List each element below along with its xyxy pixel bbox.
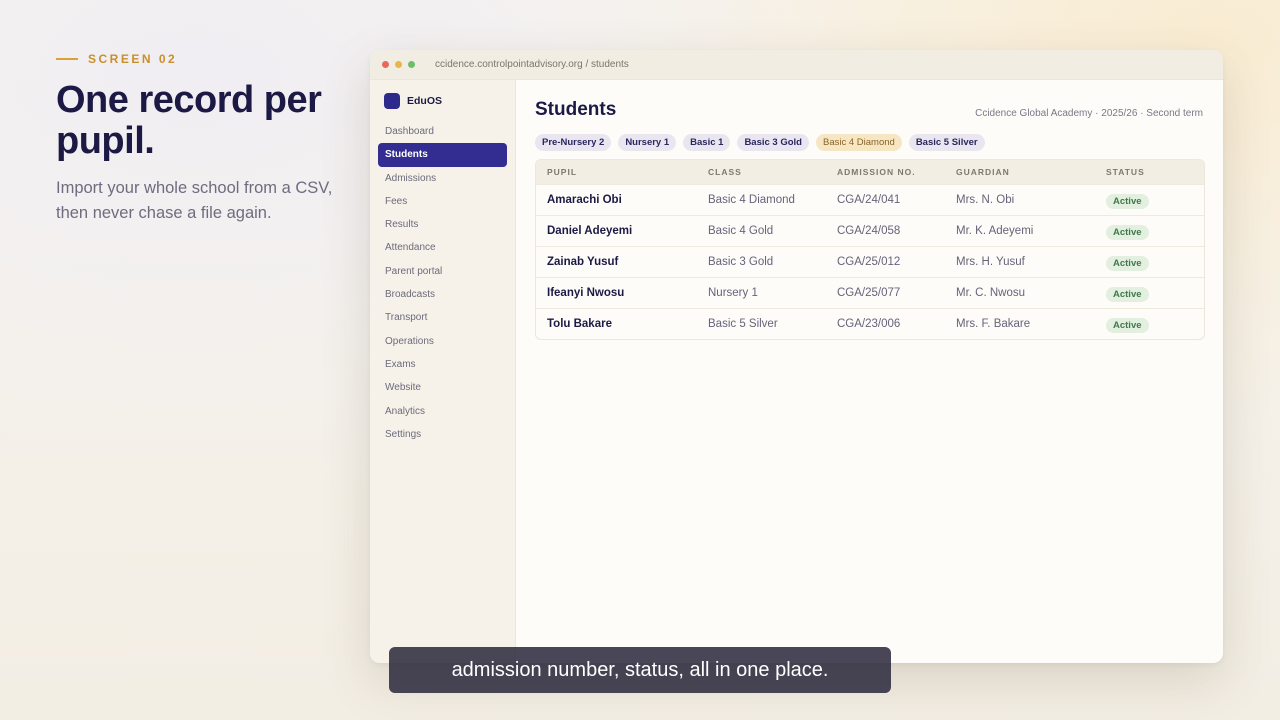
column-header-status[interactable]: STATUS — [1106, 167, 1196, 177]
brand[interactable]: EduOS — [384, 93, 515, 109]
sidebar-item-students[interactable]: Students — [378, 143, 507, 167]
hero-title: One record per pupil. — [56, 79, 322, 162]
address-bar[interactable]: ccidence.controlpointadvisory.org / stud… — [435, 59, 629, 70]
sidebar-item-broadcasts[interactable]: Broadcasts — [378, 283, 507, 306]
status-badge: Active — [1106, 287, 1149, 302]
sidebar-item-analytics[interactable]: Analytics — [378, 400, 507, 423]
sidebar-item-transport[interactable]: Transport — [378, 306, 507, 329]
guardian-name: Mr. K. Adeyemi — [956, 225, 1034, 237]
status-cell: Active — [1106, 222, 1196, 240]
pupil-name[interactable]: Tolu Bakare — [536, 318, 708, 330]
close-window-dot-icon[interactable] — [382, 61, 389, 68]
table-header: PUPIL CLASS ADMISSION NO. GUARDIAN STATU… — [536, 160, 1204, 184]
filter-chip-nursery-1[interactable]: Nursery 1 — [618, 134, 677, 151]
column-header-pupil[interactable]: PUPIL — [536, 167, 708, 177]
table-row[interactable]: Daniel Adeyemi Basic 4 Gold CGA/24/058 M… — [536, 215, 1204, 246]
main-content: Students Ccidence Global Academy · 2025/… — [516, 80, 1223, 663]
sidebar-item-exams[interactable]: Exams — [378, 353, 507, 376]
hero-subtitle: Import your whole school from a CSV, the… — [56, 179, 333, 222]
pupil-class: Nursery 1 — [708, 287, 758, 299]
sidebar-item-attendance[interactable]: Attendance — [378, 236, 507, 259]
sidebar-nav: Dashboard Students Admissions Fees Resul… — [370, 120, 515, 446]
sidebar-item-fees[interactable]: Fees — [378, 190, 507, 213]
sidebar-item-dashboard[interactable]: Dashboard — [378, 120, 507, 143]
brand-logo-icon — [384, 93, 400, 109]
app-window: ccidence.controlpointadvisory.org / stud… — [370, 50, 1223, 663]
status-badge: Active — [1106, 225, 1149, 240]
column-header-admission-no[interactable]: ADMISSION NO. — [837, 167, 956, 177]
status-badge: Active — [1106, 256, 1149, 271]
table-row[interactable]: Zainab Yusuf Basic 3 Gold CGA/25/012 Mrs… — [536, 246, 1204, 277]
sidebar-item-operations[interactable]: Operations — [378, 330, 507, 353]
sidebar-item-parent-portal[interactable]: Parent portal — [378, 260, 507, 283]
column-header-class[interactable]: CLASS — [708, 167, 837, 177]
sidebar-item-website[interactable]: Website — [378, 376, 507, 399]
eyebrow-label: SCREEN 02 — [88, 52, 178, 66]
pupil-name[interactable]: Zainab Yusuf — [536, 256, 708, 268]
sidebar-item-results[interactable]: Results — [378, 213, 507, 236]
admission-number: CGA/25/012 — [837, 256, 901, 268]
maximize-window-dot-icon[interactable] — [408, 61, 415, 68]
sidebar-item-settings[interactable]: Settings — [378, 423, 507, 446]
sidebar-item-admissions[interactable]: Admissions — [378, 167, 507, 190]
status-cell: Active — [1106, 284, 1196, 302]
filter-chip-basic-5-silver[interactable]: Basic 5 Silver — [908, 134, 985, 151]
pupil-class: Basic 5 Silver — [708, 318, 778, 330]
sidebar: EduOS Dashboard Students Admissions Fees… — [370, 80, 516, 663]
filter-chip-basic-4-diamond[interactable]: Basic 4 Diamond — [816, 134, 902, 151]
students-table: PUPIL CLASS ADMISSION NO. GUARDIAN STATU… — [535, 159, 1205, 340]
status-badge: Active — [1106, 194, 1149, 209]
browser-titlebar: ccidence.controlpointadvisory.org / stud… — [370, 50, 1223, 80]
pupil-name[interactable]: Ifeanyi Nwosu — [536, 287, 708, 299]
column-header-guardian[interactable]: GUARDIAN — [956, 167, 1106, 177]
admission-number: CGA/24/041 — [837, 194, 901, 206]
eyebrow: SCREEN 02 — [56, 52, 177, 66]
admission-number: CGA/24/058 — [837, 225, 901, 237]
status-cell: Active — [1106, 191, 1196, 209]
table-row[interactable]: Amarachi Obi Basic 4 Diamond CGA/24/041 … — [536, 184, 1204, 215]
filter-chip-basic-3-gold[interactable]: Basic 3 Gold — [737, 134, 809, 151]
pupil-class: Basic 4 Gold — [708, 225, 774, 237]
pupil-class: Basic 4 Diamond — [708, 194, 795, 206]
eyebrow-rule — [56, 58, 78, 60]
class-filter-chips: Pre-Nursery 2 Nursery 1 Basic 1 Basic 3 … — [535, 134, 985, 151]
table-row[interactable]: Ifeanyi Nwosu Nursery 1 CGA/25/077 Mr. C… — [536, 277, 1204, 308]
pupil-name[interactable]: Daniel Adeyemi — [536, 225, 708, 237]
guardian-name: Mr. C. Nwosu — [956, 287, 1026, 299]
status-badge: Active — [1106, 318, 1149, 333]
admission-number: CGA/23/006 — [837, 318, 901, 330]
video-caption: admission number, status, all in one pla… — [389, 647, 891, 693]
brand-name: EduOS — [407, 95, 443, 107]
minimize-window-dot-icon[interactable] — [395, 61, 402, 68]
school-term-context: Ccidence Global Academy · 2025/26 · Seco… — [975, 108, 1203, 119]
filter-chip-basic-1[interactable]: Basic 1 — [683, 134, 731, 151]
pupil-name[interactable]: Amarachi Obi — [536, 194, 708, 206]
guardian-name: Mrs. H. Yusuf — [956, 256, 1025, 268]
pupil-class: Basic 3 Gold — [708, 256, 774, 268]
guardian-name: Mrs. F. Bakare — [956, 318, 1031, 330]
page-title: Students — [535, 99, 617, 120]
status-cell: Active — [1106, 253, 1196, 271]
status-cell: Active — [1106, 315, 1196, 333]
filter-chip-pre-nursery-2[interactable]: Pre-Nursery 2 — [535, 134, 612, 151]
admission-number: CGA/25/077 — [837, 287, 901, 299]
guardian-name: Mrs. N. Obi — [956, 194, 1015, 206]
table-row[interactable]: Tolu Bakare Basic 5 Silver CGA/23/006 Mr… — [536, 308, 1204, 339]
